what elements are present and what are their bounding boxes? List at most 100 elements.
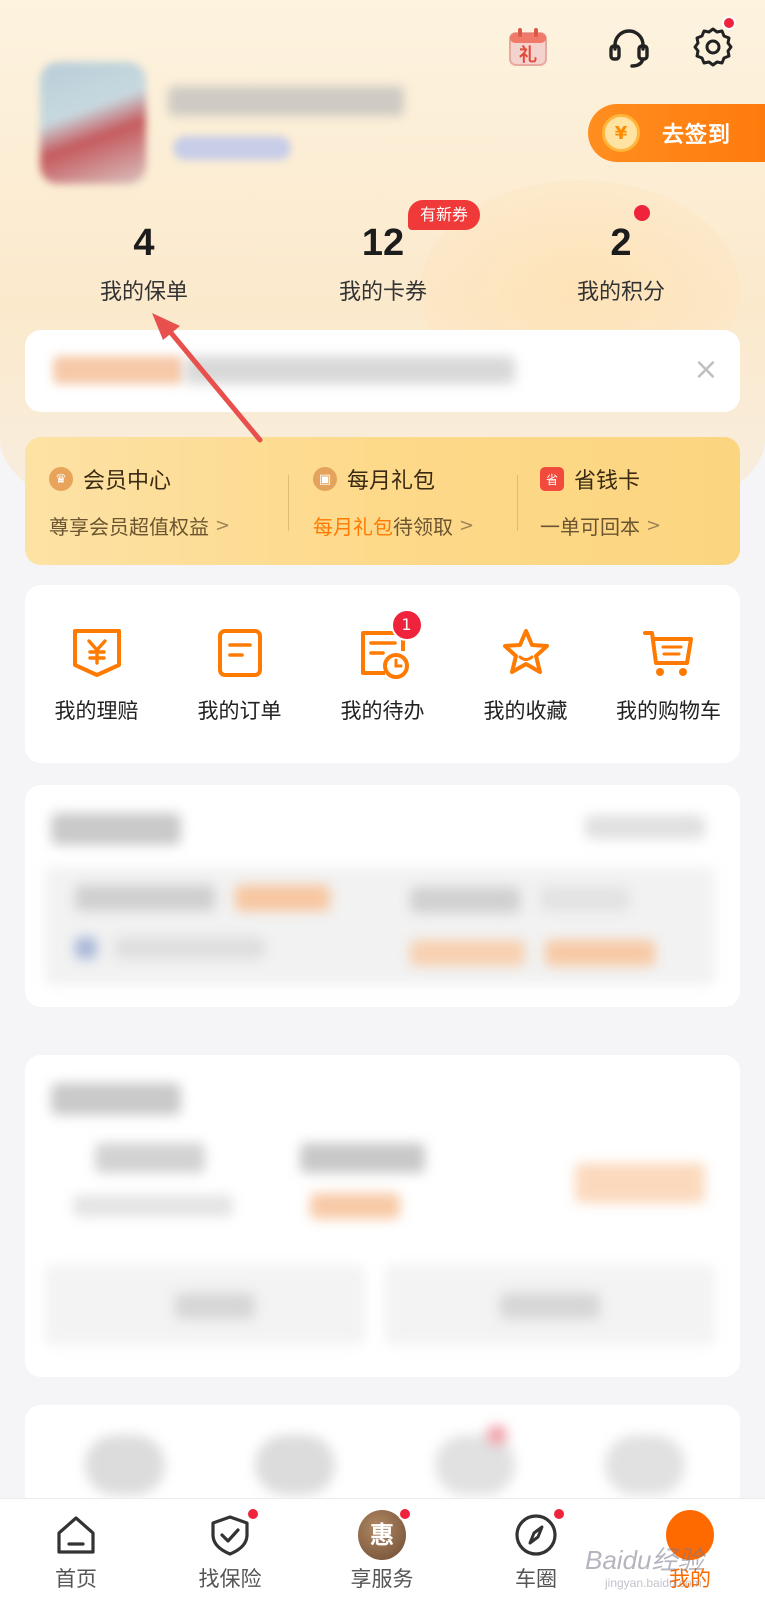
stat-my-coupons[interactable]: 12 我的卡券 — [283, 220, 483, 306]
monthly-gift-entry[interactable]: ▣ 每月礼包 每月礼包 待领取 > — [313, 463, 474, 540]
redacted-section-card[interactable] — [25, 1055, 740, 1377]
quick-menu: 我的理赔 我的订单 1 我的待办 我的收藏 我的购物车 — [25, 585, 740, 763]
nav-label: 首页 — [55, 1567, 97, 1591]
quick-menu-favorites[interactable]: 我的收藏 — [454, 625, 597, 725]
divider — [517, 475, 518, 531]
coupon-label: 我的卡券 — [338, 280, 427, 305]
redacted-button — [575, 1163, 705, 1203]
quick-menu-label: 我的收藏 — [483, 699, 568, 723]
shield-check-icon — [206, 1507, 260, 1559]
redacted-tag — [235, 885, 330, 911]
nav-item-home[interactable]: 首页 — [16, 1511, 136, 1593]
nav-notification-dot — [398, 1507, 412, 1521]
watermark-url: jingyan.baidu.com — [605, 1576, 702, 1590]
claim-icon — [69, 625, 125, 681]
customer-service-icon[interactable] — [604, 22, 654, 72]
gift-calendar-icon[interactable]: 礼 — [503, 22, 553, 72]
hui-icon: 惠 — [358, 1507, 412, 1560]
monthly-gift-title: 每月礼包 — [347, 469, 436, 494]
user-name-redacted — [168, 86, 404, 116]
quick-menu-orders[interactable]: 我的订单 — [168, 625, 311, 725]
redacted-icon — [75, 937, 97, 959]
redacted-text — [51, 813, 181, 845]
todo-icon: 1 — [355, 609, 423, 681]
nav-item-services[interactable]: 惠 享服务 — [322, 1507, 442, 1593]
points-count: 2 — [610, 222, 632, 264]
quick-menu-label: 我的订单 — [197, 699, 282, 723]
nav-label: 找保险 — [198, 1567, 262, 1591]
nav-item-car-circle[interactable]: 车圈 — [476, 1507, 596, 1593]
nav-item-insurance[interactable]: 找保险 — [170, 1507, 290, 1593]
saving-card-entry[interactable]: 省 省钱卡 一单可回本 > — [540, 463, 661, 540]
home-icon — [52, 1511, 100, 1559]
coin-icon: ¥ — [602, 114, 640, 152]
order-icon — [212, 625, 268, 681]
policy-count: 4 — [133, 222, 155, 264]
settings-notification-dot — [722, 16, 736, 30]
saving-card-icon: 省 — [540, 467, 564, 491]
quick-menu-cart[interactable]: 我的购物车 — [597, 625, 740, 725]
quick-menu-label: 我的理赔 — [54, 699, 139, 723]
monthly-gift-highlight: 每月礼包 — [313, 515, 393, 539]
chevron-right-icon: > — [459, 515, 475, 536]
nav-notification-dot — [246, 1507, 260, 1521]
redacted-dot — [487, 1425, 507, 1445]
points-notification-dot — [634, 205, 650, 221]
monthly-gift-subtitle: 待领取 — [393, 515, 453, 539]
saving-card-title: 省钱卡 — [574, 469, 641, 494]
redacted-text — [585, 815, 705, 839]
gift-box-icon: ▣ — [313, 467, 337, 491]
stat-my-policies[interactable]: 4 我的保单 — [44, 220, 244, 306]
sign-in-button[interactable]: ¥ 去签到 — [588, 104, 765, 162]
settings-icon[interactable] — [688, 16, 738, 72]
quick-menu-label: 我的购物车 — [616, 699, 721, 723]
member-center-title: 会员中心 — [83, 469, 172, 494]
new-coupon-badge: 有新券 — [408, 200, 481, 230]
redacted-text — [540, 887, 630, 911]
redacted-tag — [310, 1193, 400, 1219]
nav-label: 享服务 — [350, 1567, 414, 1591]
redacted-text — [500, 1293, 600, 1319]
compass-icon — [512, 1507, 566, 1559]
redacted-text — [95, 1143, 205, 1173]
redacted-section-card[interactable] — [25, 785, 740, 1007]
nav-label: 车圈 — [515, 1567, 557, 1591]
notice-bar[interactable]: × — [25, 330, 740, 412]
quick-menu-claims[interactable]: 我的理赔 — [25, 625, 168, 725]
chevron-right-icon: > — [215, 515, 231, 536]
redacted-icon — [85, 1435, 165, 1495]
member-center-entry[interactable]: ♛ 会员中心 尊享会员超值权益 > — [49, 463, 230, 540]
redacted-text — [51, 1083, 181, 1115]
redacted-button — [410, 940, 525, 966]
svg-text:礼: 礼 — [519, 44, 537, 66]
redacted-icon — [435, 1435, 515, 1495]
annotation-arrow — [152, 313, 263, 443]
points-label: 我的积分 — [576, 280, 665, 305]
user-level-badge-redacted — [173, 136, 291, 160]
avatar[interactable] — [40, 62, 146, 184]
quick-menu-todo[interactable]: 1 我的待办 — [311, 609, 454, 725]
saving-card-subtitle: 一单可回本 — [540, 515, 640, 539]
redacted-button — [545, 940, 655, 966]
sign-in-label: 去签到 — [662, 123, 732, 148]
close-icon[interactable]: × — [686, 350, 726, 390]
divider — [288, 475, 289, 531]
member-center-subtitle: 尊享会员超值权益 — [49, 515, 209, 539]
redacted-text — [300, 1143, 425, 1173]
policy-label: 我的保单 — [99, 280, 188, 305]
redacted-text — [115, 937, 265, 959]
chevron-right-icon: > — [646, 515, 662, 536]
stat-my-points[interactable]: 2 我的积分 — [521, 220, 721, 306]
redacted-text — [410, 887, 520, 913]
redacted-icon — [605, 1435, 685, 1495]
watermark: Baidu经验 — [585, 1545, 704, 1575]
star-icon — [498, 625, 554, 681]
redacted-text — [175, 1293, 255, 1319]
member-benefits-banner: ♛ 会员中心 尊享会员超值权益 > ▣ 每月礼包 每月礼包 待领取 > 省 省钱… — [25, 437, 740, 565]
redacted-icon — [255, 1435, 335, 1495]
cart-icon — [641, 625, 697, 681]
crown-icon: ♛ — [49, 467, 73, 491]
todo-count-badge: 1 — [390, 609, 423, 641]
nav-notification-dot — [552, 1507, 566, 1521]
redacted-text — [75, 885, 215, 911]
